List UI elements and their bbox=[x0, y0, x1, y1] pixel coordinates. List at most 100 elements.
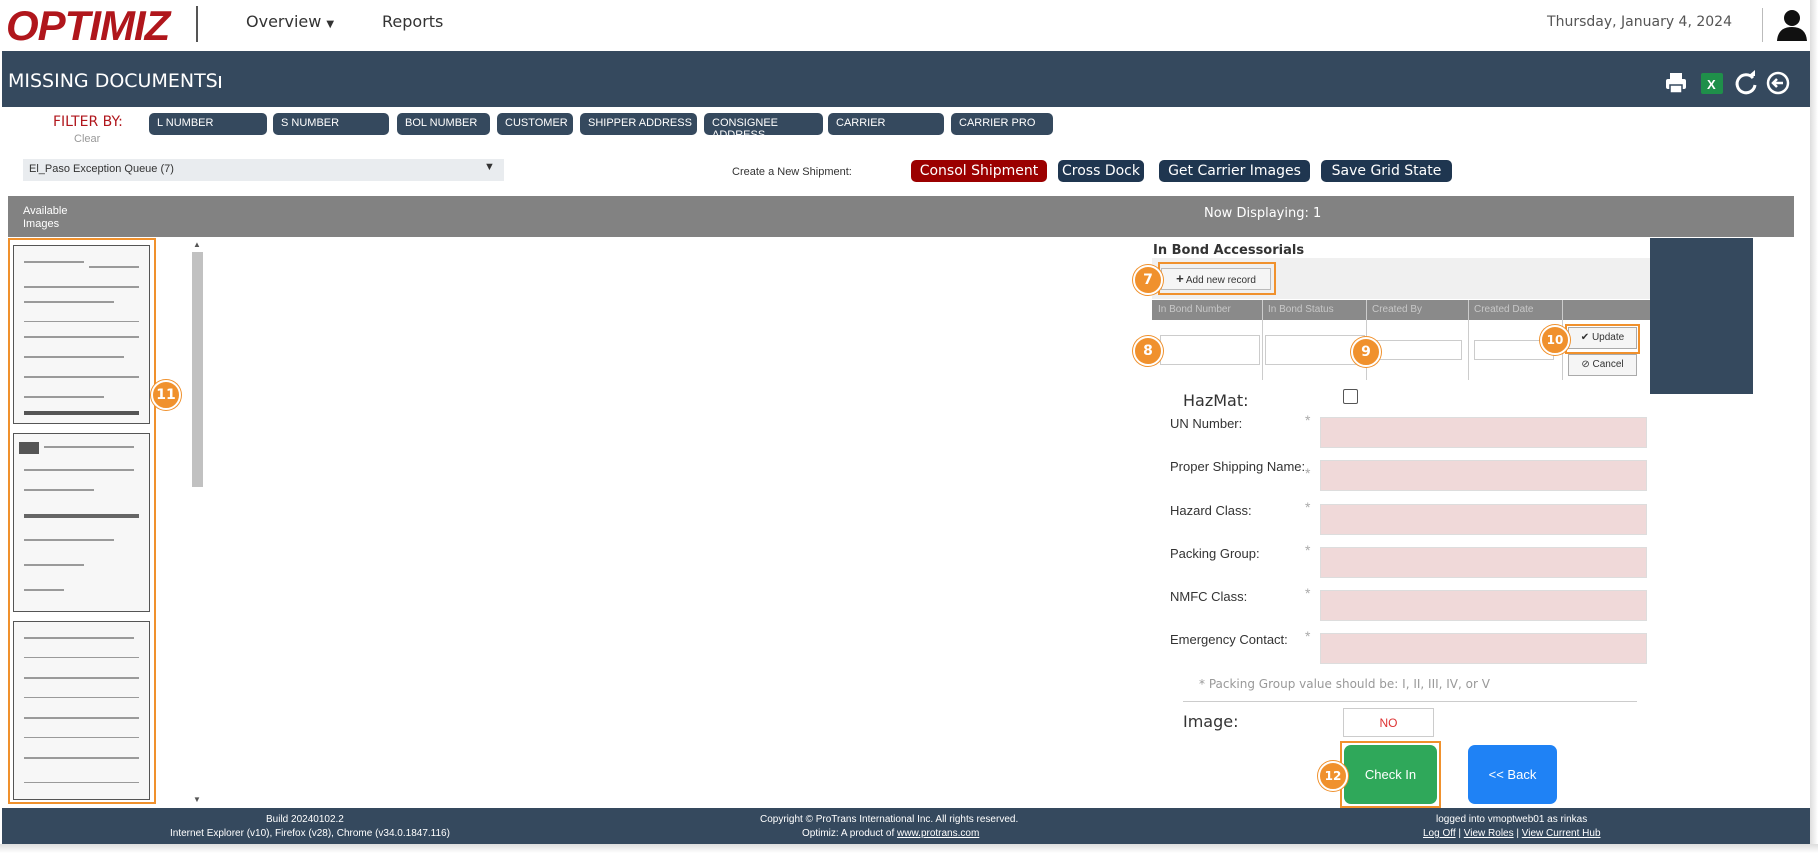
nav-reports[interactable]: Reports bbox=[382, 12, 443, 31]
queue-select[interactable]: El_Paso Exception Queue (7) bbox=[23, 159, 504, 181]
filter-shipper-address[interactable]: SHIPPER ADDRESS bbox=[580, 113, 697, 135]
plus-icon: + bbox=[1176, 271, 1184, 286]
check-in-button[interactable]: Check In bbox=[1344, 745, 1437, 804]
create-shipment-label: Create a New Shipment: bbox=[732, 166, 852, 178]
view-current-hub-link[interactable]: View Current Hub bbox=[1522, 828, 1601, 839]
scrollbar-thumb[interactable] bbox=[192, 252, 203, 487]
view-roles-link[interactable]: View Roles bbox=[1464, 828, 1514, 839]
callout-12: 12 bbox=[1318, 761, 1348, 791]
filter-customer[interactable]: CUSTOMER bbox=[497, 113, 573, 135]
packing-group-note: * Packing Group value should be: I, II, … bbox=[1199, 677, 1490, 691]
inbond-status-input[interactable] bbox=[1265, 335, 1365, 365]
page-shadow bbox=[1810, 0, 1818, 853]
emergency-contact-input[interactable] bbox=[1320, 633, 1647, 664]
callout-8: 8 bbox=[1133, 336, 1163, 366]
image-thumbnail[interactable] bbox=[13, 245, 150, 424]
nmfc-class-input[interactable] bbox=[1320, 590, 1647, 621]
text-cursor bbox=[219, 76, 221, 88]
logged-in-text: logged into vmoptweb01 as rinkas bbox=[1436, 814, 1588, 825]
log-off-link[interactable]: Log Off bbox=[1423, 828, 1456, 839]
filter-bol-number[interactable]: BOL NUMBER bbox=[397, 113, 490, 135]
add-new-record-button[interactable]: + Add new record bbox=[1161, 268, 1271, 290]
un-number-input[interactable] bbox=[1320, 417, 1647, 448]
svg-text:X: X bbox=[1707, 77, 1716, 92]
col-inbond-number[interactable]: In Bond Number bbox=[1158, 304, 1231, 315]
inbond-title: In Bond Accessorials bbox=[1153, 243, 1305, 258]
image-label: Image: bbox=[1183, 712, 1239, 731]
user-avatar-icon[interactable] bbox=[1774, 6, 1810, 42]
scroll-up-icon[interactable]: ▲ bbox=[193, 240, 201, 249]
copyright: Copyright © ProTrans International Inc. … bbox=[760, 814, 1019, 825]
nmfc-class-label: NMFC Class: bbox=[1170, 589, 1248, 604]
nav-divider bbox=[196, 6, 198, 42]
app-logo[interactable]: OPTIMIZ bbox=[6, 2, 170, 50]
scroll-down-icon[interactable]: ▼ bbox=[193, 795, 201, 804]
save-grid-state-button[interactable]: Save Grid State bbox=[1321, 160, 1452, 182]
hazard-class-label: Hazard Class: bbox=[1170, 503, 1252, 518]
title-bar bbox=[2, 51, 1810, 107]
hazmat-checkbox[interactable] bbox=[1343, 389, 1358, 404]
protrans-link[interactable]: www.protrans.com bbox=[897, 828, 979, 839]
image-status-value: NO bbox=[1343, 708, 1434, 737]
image-thumbnail[interactable] bbox=[13, 621, 150, 800]
required-mark: * bbox=[1305, 585, 1311, 601]
inbond-number-input[interactable] bbox=[1160, 335, 1260, 365]
callout-11: 11 bbox=[151, 380, 181, 410]
current-date: Thursday, January 4, 2024 bbox=[1547, 14, 1732, 30]
hazmat-label: HazMat: bbox=[1183, 391, 1249, 410]
image-thumbnail[interactable] bbox=[13, 433, 150, 612]
refresh-icon[interactable] bbox=[1733, 70, 1761, 98]
filter-by-label: FILTER BY: bbox=[53, 114, 123, 130]
print-icon[interactable] bbox=[1663, 70, 1691, 98]
excel-icon[interactable]: X bbox=[1699, 70, 1727, 98]
cancel-label: Cancel bbox=[1592, 359, 1624, 370]
nav-overview[interactable]: Overview ▼ bbox=[246, 12, 334, 31]
packing-group-input[interactable] bbox=[1320, 547, 1647, 578]
footer-links: Log Off | View Roles | View Current Hub bbox=[1423, 828, 1601, 839]
required-mark: * bbox=[1305, 412, 1311, 428]
proper-shipping-name-label: Proper Shipping Name: bbox=[1170, 459, 1306, 474]
browser-support: Internet Explorer (v10), Firefox (v28), … bbox=[170, 828, 450, 839]
required-mark: * bbox=[1305, 465, 1311, 481]
nav-overview-label: Overview bbox=[246, 12, 322, 31]
cancel-icon: ⊘ bbox=[1581, 359, 1590, 370]
now-displaying-label: Now Displaying: 1 bbox=[1204, 206, 1322, 221]
back-button[interactable]: << Back bbox=[1468, 745, 1557, 804]
filter-l-number[interactable]: L NUMBER bbox=[149, 113, 267, 135]
packing-group-label: Packing Group: bbox=[1170, 546, 1260, 561]
page-shadow bbox=[0, 844, 1818, 853]
col-inbond-status[interactable]: In Bond Status bbox=[1268, 304, 1334, 315]
emergency-contact-label: Emergency Contact: bbox=[1170, 632, 1288, 647]
footer: Build 20240102.2 Internet Explorer (v10)… bbox=[2, 808, 1810, 844]
user-divider bbox=[1762, 8, 1763, 42]
callout-7: 7 bbox=[1133, 265, 1163, 295]
cross-dock-button[interactable]: Cross Dock bbox=[1058, 160, 1144, 182]
proper-shipping-name-input[interactable] bbox=[1320, 460, 1647, 491]
filter-s-number[interactable]: S NUMBER bbox=[273, 113, 389, 135]
filter-clear-link[interactable]: Clear bbox=[74, 133, 100, 145]
get-carrier-images-button[interactable]: Get Carrier Images bbox=[1159, 160, 1310, 182]
created-by-input[interactable] bbox=[1372, 340, 1462, 360]
col-created-date[interactable]: Created Date bbox=[1474, 304, 1533, 315]
caret-down-icon: ▼ bbox=[484, 161, 495, 173]
check-icon: ✔ bbox=[1580, 332, 1590, 343]
build-number: Build 20240102.2 bbox=[266, 814, 344, 825]
filter-carrier[interactable]: CARRIER bbox=[828, 113, 944, 135]
cancel-button[interactable]: ⊘ Cancel bbox=[1568, 354, 1637, 376]
filter-consignee-address[interactable]: CONSIGNEE ADDRESS bbox=[704, 113, 823, 141]
callout-9: 9 bbox=[1351, 337, 1381, 367]
product-prefix: Optimiz: A product of bbox=[802, 828, 898, 839]
back-arrow-icon[interactable] bbox=[1765, 70, 1793, 98]
hazard-class-input[interactable] bbox=[1320, 504, 1647, 535]
filter-carrier-pro[interactable]: CARRIER PRO bbox=[951, 113, 1053, 135]
callout-10: 10 bbox=[1540, 325, 1570, 355]
consol-shipment-button[interactable]: Consol Shipment bbox=[911, 160, 1047, 182]
un-number-label: UN Number: bbox=[1170, 416, 1243, 431]
update-button[interactable]: ✔ Update bbox=[1568, 327, 1637, 349]
col-created-by[interactable]: Created By bbox=[1372, 304, 1422, 315]
update-label: Update bbox=[1591, 332, 1625, 343]
required-mark: * bbox=[1305, 499, 1311, 515]
divider bbox=[1183, 701, 1637, 702]
product-line: Optimiz: A product of www.protrans.com bbox=[802, 828, 979, 839]
side-panel-block bbox=[1650, 238, 1753, 394]
